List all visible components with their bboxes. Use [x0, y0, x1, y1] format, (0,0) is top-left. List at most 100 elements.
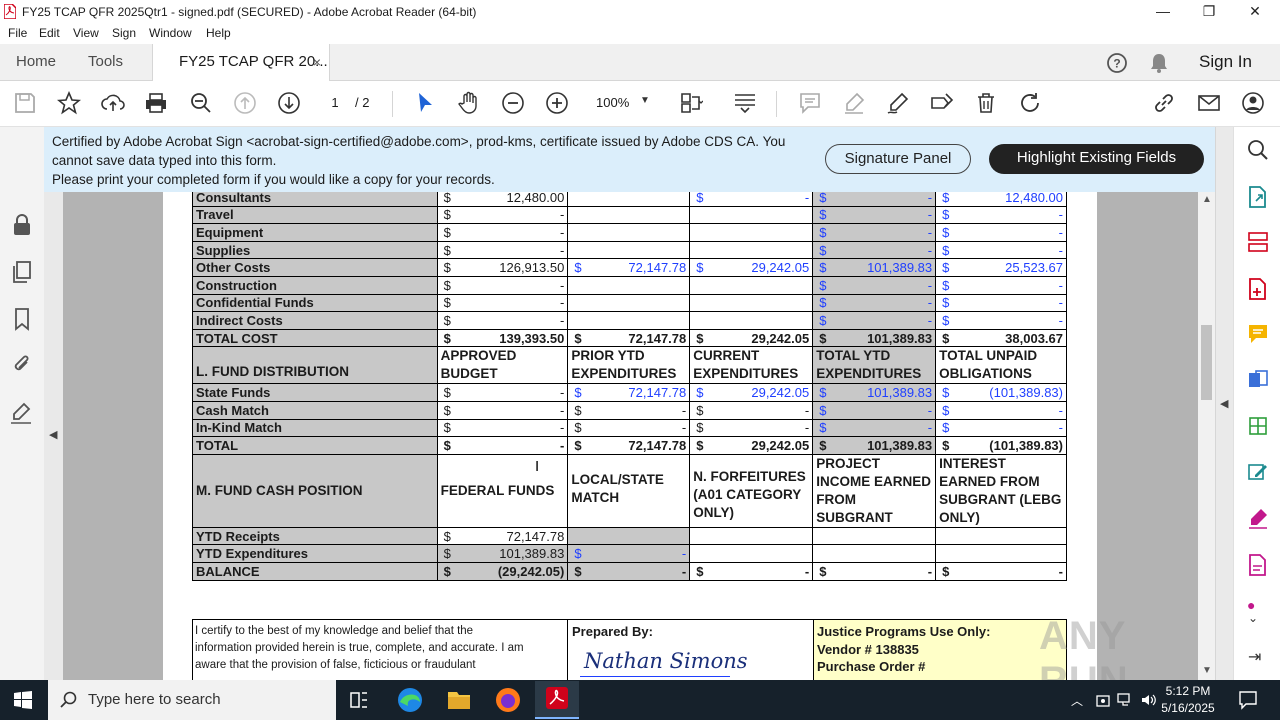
rotate-icon[interactable]: [1018, 91, 1042, 115]
notification-bell-icon[interactable]: [1149, 52, 1169, 74]
menu-sign[interactable]: Sign: [112, 26, 136, 40]
zoom-dropdown-chevron-icon[interactable]: ▼: [640, 95, 650, 106]
collapse-panel-icon[interactable]: ⇥: [1248, 647, 1261, 667]
attachment-paperclip-icon[interactable]: [11, 353, 33, 382]
collapse-right-chevron-icon[interactable]: ◀: [1220, 397, 1228, 410]
acrobat-taskbar-icon[interactable]: [535, 681, 579, 719]
current-exp-cell[interactable]: 29,242.05: [693, 260, 809, 275]
share-link-icon[interactable]: [1152, 91, 1176, 115]
expand-tools-chevron-icon[interactable]: ⌄: [1248, 611, 1258, 625]
email-icon[interactable]: [1197, 91, 1221, 115]
tray-security-icon[interactable]: [1095, 691, 1111, 714]
minimize-button[interactable]: —: [1140, 0, 1186, 24]
next-page-icon[interactable]: [277, 91, 301, 115]
help-icon[interactable]: ?: [1106, 52, 1128, 74]
signature-pen-icon[interactable]: [9, 401, 33, 430]
previous-page-icon[interactable]: [233, 91, 257, 115]
approved-budget-cell[interactable]: -: [441, 403, 564, 418]
prior-ytd-cell[interactable]: -: [571, 420, 686, 435]
save-icon[interactable]: [13, 91, 37, 115]
zoom-in-icon[interactable]: [545, 91, 569, 115]
approved-budget-cell[interactable]: 126,913.50: [441, 260, 564, 275]
task-view-icon[interactable]: [337, 684, 381, 716]
approved-budget-cell[interactable]: -: [441, 225, 564, 240]
menu-window[interactable]: Window: [149, 26, 192, 40]
tray-chevron-icon[interactable]: ︿: [1071, 692, 1083, 709]
comment-tool-icon[interactable]: [1247, 323, 1269, 350]
menu-view[interactable]: View: [73, 26, 99, 40]
file-explorer-icon[interactable]: [437, 684, 481, 716]
windows-start-icon[interactable]: [14, 691, 32, 714]
tray-network-icon[interactable]: [1117, 691, 1135, 714]
combine-files-icon[interactable]: [1247, 369, 1269, 396]
delete-icon[interactable]: [974, 91, 998, 115]
signature-panel-button[interactable]: Signature Panel: [825, 144, 971, 174]
scroll-mode-icon[interactable]: [733, 91, 757, 115]
zoom-search-icon[interactable]: [189, 91, 213, 115]
menu-file[interactable]: File: [8, 26, 27, 40]
scroll-up-icon[interactable]: ▲: [1202, 194, 1212, 205]
approved-budget-cell[interactable]: -: [441, 243, 564, 258]
print-icon[interactable]: [144, 91, 168, 115]
firefox-icon[interactable]: [486, 684, 530, 716]
prior-ytd-cell[interactable]: 72,147.78: [571, 260, 686, 275]
menu-edit[interactable]: Edit: [39, 26, 60, 40]
highlight-pen-icon[interactable]: [842, 91, 866, 115]
menu-help[interactable]: Help: [206, 26, 231, 40]
hand-tool-icon[interactable]: [457, 91, 481, 115]
taskbar-search-box[interactable]: Type here to search: [48, 680, 336, 720]
zoom-out-icon[interactable]: [501, 91, 525, 115]
search-icon[interactable]: [1247, 139, 1269, 166]
current-exp-cell[interactable]: -: [693, 192, 809, 205]
zoom-level-select[interactable]: 100%: [596, 95, 629, 110]
current-exp-cell[interactable]: -: [693, 403, 809, 418]
scrollbar-thumb[interactable]: [1201, 325, 1212, 400]
comment-icon[interactable]: [798, 91, 822, 115]
lock-icon[interactable]: [11, 213, 33, 242]
edit-pdf-icon[interactable]: [1247, 461, 1269, 488]
select-cursor-icon[interactable]: [413, 91, 437, 115]
approved-budget-cell[interactable]: -: [441, 313, 564, 328]
tray-volume-icon[interactable]: [1140, 691, 1158, 714]
fill-sign-icon[interactable]: [930, 91, 954, 115]
right-pane-collapse[interactable]: ◀: [1215, 127, 1233, 680]
scroll-down-icon[interactable]: ▼: [1202, 665, 1212, 676]
tab-tools[interactable]: Tools: [88, 44, 123, 81]
left-pane-collapse[interactable]: ◀: [44, 192, 63, 680]
prior-ytd-cell[interactable]: -: [571, 403, 686, 418]
approved-budget-cell[interactable]: -: [441, 420, 564, 435]
tab-close-icon[interactable]: ×: [313, 44, 321, 80]
approved-budget-cell[interactable]: -: [441, 207, 564, 222]
collapse-left-chevron-icon[interactable]: ◀: [49, 428, 57, 441]
highlight-fields-button[interactable]: Highlight Existing Fields: [989, 144, 1204, 174]
action-center-icon[interactable]: [1238, 690, 1258, 715]
current-exp-cell[interactable]: -: [693, 420, 809, 435]
approved-budget-cell[interactable]: 12,480.00: [441, 192, 564, 205]
compress-pdf-icon[interactable]: [1247, 415, 1269, 442]
edge-browser-icon[interactable]: [388, 684, 432, 716]
upload-cloud-icon[interactable]: [101, 91, 125, 115]
star-icon[interactable]: [56, 90, 82, 115]
close-window-button[interactable]: ✕: [1232, 0, 1278, 24]
approved-budget-cell[interactable]: -: [441, 295, 564, 310]
tab-home[interactable]: Home: [16, 44, 56, 81]
federal-funds-cell[interactable]: 72,147.78: [441, 529, 564, 544]
document-viewport[interactable]: Consultants $12,480.00 $ - $ - $12,480.00 …: [63, 192, 1198, 680]
taskbar-clock[interactable]: 5:12 PM 5/16/2025: [1158, 683, 1218, 717]
create-pdf-icon[interactable]: [1247, 277, 1269, 306]
bookmark-icon[interactable]: [11, 307, 33, 336]
current-exp-cell[interactable]: 29,242.05: [693, 385, 809, 400]
request-signature-icon[interactable]: [1247, 553, 1269, 582]
approved-budget-cell[interactable]: -: [441, 278, 564, 293]
export-pdf-icon[interactable]: [1247, 185, 1269, 214]
tab-document[interactable]: FY25 TCAP QFR 20... ×: [152, 44, 330, 82]
fill-and-sign-icon[interactable]: [1247, 507, 1269, 534]
maximize-button[interactable]: ❐: [1186, 0, 1232, 24]
prior-ytd-cell[interactable]: 72,147.78: [571, 385, 686, 400]
page-thumbnails-icon[interactable]: [11, 260, 33, 289]
approved-budget-cell[interactable]: -: [441, 385, 564, 400]
sign-in-button[interactable]: Sign In: [1199, 44, 1252, 81]
page-display-icon[interactable]: [679, 91, 704, 115]
organize-pages-icon[interactable]: [1247, 231, 1269, 258]
page-number-input[interactable]: 1: [326, 95, 344, 110]
